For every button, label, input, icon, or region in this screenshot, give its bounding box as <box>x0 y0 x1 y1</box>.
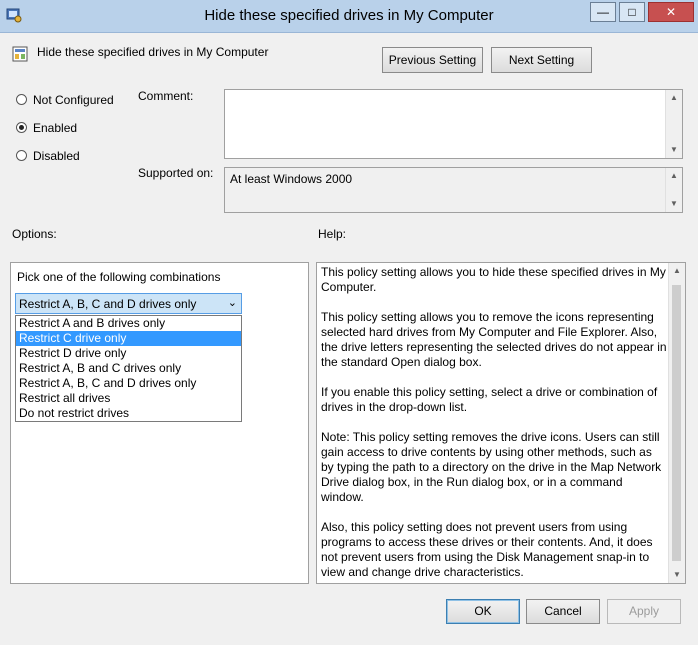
help-paragraph: Also, this policy setting does not preve… <box>321 520 653 579</box>
help-paragraph: Note: This policy setting removes the dr… <box>321 430 662 504</box>
disabled-label[interactable]: Disabled <box>33 149 80 163</box>
supported-on-label: Supported on: <box>138 166 214 180</box>
policy-name: Hide these specified drives in My Comput… <box>37 45 269 59</box>
supported-scrollbar[interactable]: ▲ ▼ <box>665 168 682 212</box>
options-prompt: Pick one of the following combinations <box>17 270 221 284</box>
not-configured-label[interactable]: Not Configured <box>33 93 114 107</box>
minimize-icon: — <box>597 5 609 19</box>
not-configured-radio[interactable] <box>16 94 27 105</box>
dropdown-option[interactable]: Do not restrict drives <box>16 406 241 421</box>
help-paragraph: This policy setting allows you to hide t… <box>321 265 666 294</box>
options-panel: Pick one of the following combinations R… <box>10 262 309 584</box>
comment-text <box>225 90 682 96</box>
help-panel: This policy setting allows you to hide t… <box>316 262 686 584</box>
next-setting-button[interactable]: Next Setting <box>491 47 592 73</box>
close-button[interactable]: ✕ <box>648 2 694 22</box>
scroll-down-icon[interactable]: ▼ <box>669 567 685 583</box>
supported-on-field: At least Windows 2000 ▲ ▼ <box>224 167 683 213</box>
cancel-button[interactable]: Cancel <box>526 599 600 624</box>
enabled-label[interactable]: Enabled <box>33 121 77 135</box>
ok-button[interactable]: OK <box>446 599 520 624</box>
help-paragraph: This policy setting allows you to remove… <box>321 310 667 369</box>
comment-textarea[interactable]: ▲ ▼ <box>224 89 683 159</box>
minimize-button[interactable]: — <box>590 2 616 22</box>
scroll-down-icon[interactable]: ▼ <box>666 196 682 212</box>
chevron-down-icon[interactable]: ⌄ <box>228 296 237 309</box>
maximize-button[interactable]: □ <box>619 2 645 22</box>
dropdown-option[interactable]: Restrict A and B drives only <box>16 316 241 331</box>
scroll-thumb[interactable] <box>672 285 681 561</box>
enabled-radio[interactable] <box>16 122 27 133</box>
combobox-value: Restrict A, B, C and D drives only <box>19 297 197 311</box>
drives-dropdown-list[interactable]: Restrict A and B drives only Restrict C … <box>15 315 242 422</box>
title-bar[interactable]: Hide these specified drives in My Comput… <box>0 0 698 33</box>
close-icon: ✕ <box>665 5 677 19</box>
disabled-radio[interactable] <box>16 150 27 161</box>
maximize-icon: □ <box>628 5 636 19</box>
dropdown-option[interactable]: Restrict A, B, C and D drives only <box>16 376 241 391</box>
drives-combobox[interactable]: Restrict A, B, C and D drives only ⌄ <box>15 293 242 314</box>
comment-scrollbar[interactable]: ▲ ▼ <box>665 90 682 158</box>
dropdown-option[interactable]: Restrict all drives <box>16 391 241 406</box>
help-text: This policy setting allows you to hide t… <box>321 265 667 595</box>
options-label: Options: <box>12 227 57 241</box>
scroll-up-icon[interactable]: ▲ <box>666 168 682 184</box>
previous-setting-button[interactable]: Previous Setting <box>382 47 483 73</box>
scroll-up-icon[interactable]: ▲ <box>669 263 685 279</box>
help-label: Help: <box>318 227 347 241</box>
help-paragraph: If you enable this policy setting, selec… <box>321 385 658 414</box>
help-scrollbar[interactable]: ▲ ▼ <box>668 263 685 583</box>
dropdown-option-highlighted[interactable]: Restrict C drive only <box>16 331 241 346</box>
dropdown-option[interactable]: Restrict A, B and C drives only <box>16 361 241 376</box>
dialog-body: Hide these specified drives in My Comput… <box>0 33 698 645</box>
supported-on-value: At least Windows 2000 <box>230 172 353 186</box>
dropdown-option[interactable]: Restrict D drive only <box>16 346 241 361</box>
policy-setting-icon <box>12 46 28 62</box>
comment-label: Comment: <box>138 89 194 103</box>
scroll-down-icon[interactable]: ▼ <box>666 142 682 158</box>
apply-button[interactable]: Apply <box>607 599 681 624</box>
scroll-up-icon[interactable]: ▲ <box>666 90 682 106</box>
